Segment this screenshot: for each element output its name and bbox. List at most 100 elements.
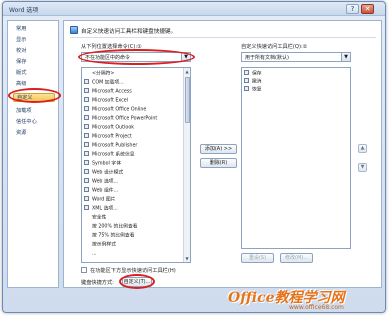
quick-access-list-item[interactable]: 恢复 bbox=[244, 86, 262, 93]
web-icon bbox=[84, 187, 89, 192]
chevron-down-icon[interactable]: ▼ bbox=[181, 53, 190, 61]
nav-item-display[interactable]: 显示 bbox=[16, 36, 26, 43]
keyboard-shortcuts-label: 键盘快捷方式: bbox=[81, 280, 114, 286]
choose-commands-combo[interactable]: 不在功能区中的命令 ▼ bbox=[81, 52, 191, 62]
command-list-item[interactable]: Web 选项... bbox=[84, 178, 118, 185]
commands-scrollbar[interactable]: ▲ ▼ bbox=[183, 68, 190, 262]
publisher-icon bbox=[84, 142, 89, 147]
command-list-item[interactable]: Microsoft Office Online bbox=[84, 106, 146, 113]
nav-item-addins[interactable]: 加载项 bbox=[16, 107, 32, 114]
add-button[interactable]: 添加(A) >> bbox=[200, 144, 237, 154]
icon-icon bbox=[84, 79, 89, 84]
commands-listbox[interactable]: ▲ ▼ <分隔符> COM 加载项... Microsoft Access Micro… bbox=[81, 67, 191, 263]
none-icon bbox=[84, 232, 89, 237]
choose-commands-value: 不在功能区中的命令 bbox=[85, 55, 131, 61]
reset-button[interactable]: 重设(S) bbox=[241, 253, 274, 263]
scroll-down-icon[interactable]: ▼ bbox=[184, 255, 190, 262]
show-below-ribbon-label: 在功能区下方显示快速访问工具栏(H) bbox=[90, 268, 176, 274]
symbol-icon bbox=[84, 160, 89, 165]
quick-access-scope-combo[interactable]: 用于所有文档(默认) ▼ bbox=[241, 52, 351, 62]
command-list-item-label: Word 图片 bbox=[92, 197, 116, 203]
customize-icon bbox=[70, 26, 78, 34]
separator-icon bbox=[84, 70, 89, 75]
info-icon bbox=[84, 151, 89, 156]
quick-access-list-item-label: 保存 bbox=[252, 71, 262, 77]
command-list-item[interactable]: <分隔符> bbox=[84, 70, 114, 77]
command-list-item[interactable]: Word 图片 bbox=[84, 196, 115, 203]
nav-item-advanced[interactable]: 高级 bbox=[16, 80, 26, 87]
scroll-up-icon[interactable]: ▲ bbox=[184, 68, 190, 75]
command-list-item[interactable]: Microsoft Project bbox=[84, 133, 132, 140]
command-list-item[interactable]: Microsoft Access bbox=[84, 88, 132, 95]
customize-panel: 自定义快速访问工具栏和键盘快捷键。 从下列位置选择命令(C):① 不在功能区中的… bbox=[63, 20, 382, 289]
command-list-item[interactable]: Web 设计模式 bbox=[84, 169, 123, 176]
command-list-item-label: 按示例样式 bbox=[92, 242, 116, 248]
command-list-item[interactable]: Microsoft Office PowerPoint bbox=[84, 115, 157, 122]
access-icon bbox=[84, 88, 89, 93]
panel-header-text: 自定义快速访问工具栏和键盘快捷键。 bbox=[81, 29, 177, 35]
command-list-item-label: 按 200% 的比例查看 bbox=[92, 224, 138, 230]
close-button[interactable]: ✕ bbox=[361, 4, 374, 14]
command-list-item-label: Microsoft Excel bbox=[92, 98, 129, 104]
remove-button[interactable]: 删除(R) bbox=[200, 158, 237, 168]
title-bar: Word 选项 ? ✕ bbox=[3, 2, 385, 16]
outlook-icon bbox=[84, 124, 89, 129]
command-list-item-label: Web 组件... bbox=[92, 188, 119, 194]
nav-item-customize[interactable]: 自定义 bbox=[13, 93, 55, 102]
nav-item-common[interactable]: 常用 bbox=[16, 25, 26, 32]
command-list-item[interactable]: Web 组件... bbox=[84, 187, 118, 194]
command-list-item-label: Web 选项... bbox=[92, 179, 119, 185]
command-list-item[interactable]: COM 加载项... bbox=[84, 79, 124, 86]
show-below-ribbon-checkbox[interactable] bbox=[81, 267, 87, 273]
project-icon bbox=[84, 133, 89, 138]
command-list-item[interactable]: Microsoft Outlook bbox=[84, 124, 134, 131]
help-button[interactable]: ? bbox=[346, 4, 359, 14]
command-list-item-label: Symbol 字体 bbox=[92, 161, 121, 167]
modify-button[interactable]: 修改(M)... bbox=[280, 253, 313, 263]
nav-item-resources[interactable]: 资源 bbox=[16, 129, 26, 136]
web-icon bbox=[84, 178, 89, 183]
command-list-item-label: Microsoft Project bbox=[92, 134, 132, 140]
command-list-item-label: Microsoft Access bbox=[92, 89, 132, 95]
undo-icon bbox=[244, 78, 249, 83]
command-list-item-label: Microsoft Office PowerPoint bbox=[92, 116, 158, 122]
options-nav: 常用 显示 校对 保存 版式 高级 自定义 加载项 信任中心 资源 bbox=[7, 20, 59, 288]
nav-item-proofing[interactable]: 校对 bbox=[16, 47, 26, 54]
command-list-item[interactable]: XML 选项... bbox=[84, 205, 118, 212]
nav-item-layout[interactable]: 版式 bbox=[16, 69, 26, 76]
none-icon bbox=[84, 223, 89, 228]
command-list-item[interactable]: Microsoft 系统信息 bbox=[84, 151, 135, 158]
command-list-item-label: Web 设计模式 bbox=[92, 170, 124, 176]
command-list-item[interactable]: ... bbox=[84, 250, 97, 257]
command-list-item-label: <分隔符> bbox=[92, 71, 115, 77]
command-list-item[interactable]: 按 75% 的比例查看 bbox=[84, 232, 135, 239]
quick-access-list-item[interactable]: 撤消 bbox=[244, 78, 262, 85]
command-list-item[interactable]: 安全性 bbox=[84, 214, 106, 221]
command-list-item[interactable]: Symbol 字体 bbox=[84, 160, 121, 167]
command-list-item[interactable]: Microsoft Publisher bbox=[84, 142, 137, 149]
choose-commands-label: 从下列位置选择命令(C):① bbox=[81, 44, 142, 50]
command-list-item[interactable]: 按示例样式 bbox=[84, 241, 116, 248]
window-title: Word 选项 bbox=[9, 7, 39, 14]
move-up-button[interactable]: ▲ bbox=[358, 144, 367, 153]
customize-shortcuts-button[interactable]: 自定义(T)... bbox=[122, 277, 152, 287]
none-icon bbox=[84, 250, 89, 255]
move-down-button[interactable]: ▼ bbox=[358, 163, 367, 172]
nav-item-save[interactable]: 保存 bbox=[16, 58, 26, 65]
xml-icon bbox=[84, 205, 89, 210]
none-icon bbox=[84, 214, 89, 219]
command-list-item-label: Microsoft Outlook bbox=[92, 125, 135, 131]
quick-access-listbox[interactable]: 保存 撤消 恢复 bbox=[241, 67, 351, 249]
scroll-thumb[interactable] bbox=[185, 77, 190, 123]
nav-item-trust-center[interactable]: 信任中心 bbox=[16, 118, 37, 125]
chevron-down-icon[interactable]: ▼ bbox=[341, 53, 350, 61]
command-list-item[interactable]: 按 200% 的比例查看 bbox=[84, 223, 138, 230]
watermark-url: www.office68.com bbox=[289, 304, 344, 311]
excel-icon bbox=[84, 97, 89, 102]
save-icon bbox=[244, 70, 249, 75]
command-list-item-label: ... bbox=[92, 251, 97, 257]
command-list-item[interactable]: Microsoft Excel bbox=[84, 97, 128, 104]
quick-access-list-item[interactable]: 保存 bbox=[244, 70, 262, 77]
powerpoint-icon bbox=[84, 115, 89, 120]
command-list-item-label: Microsoft 系统信息 bbox=[92, 152, 135, 158]
